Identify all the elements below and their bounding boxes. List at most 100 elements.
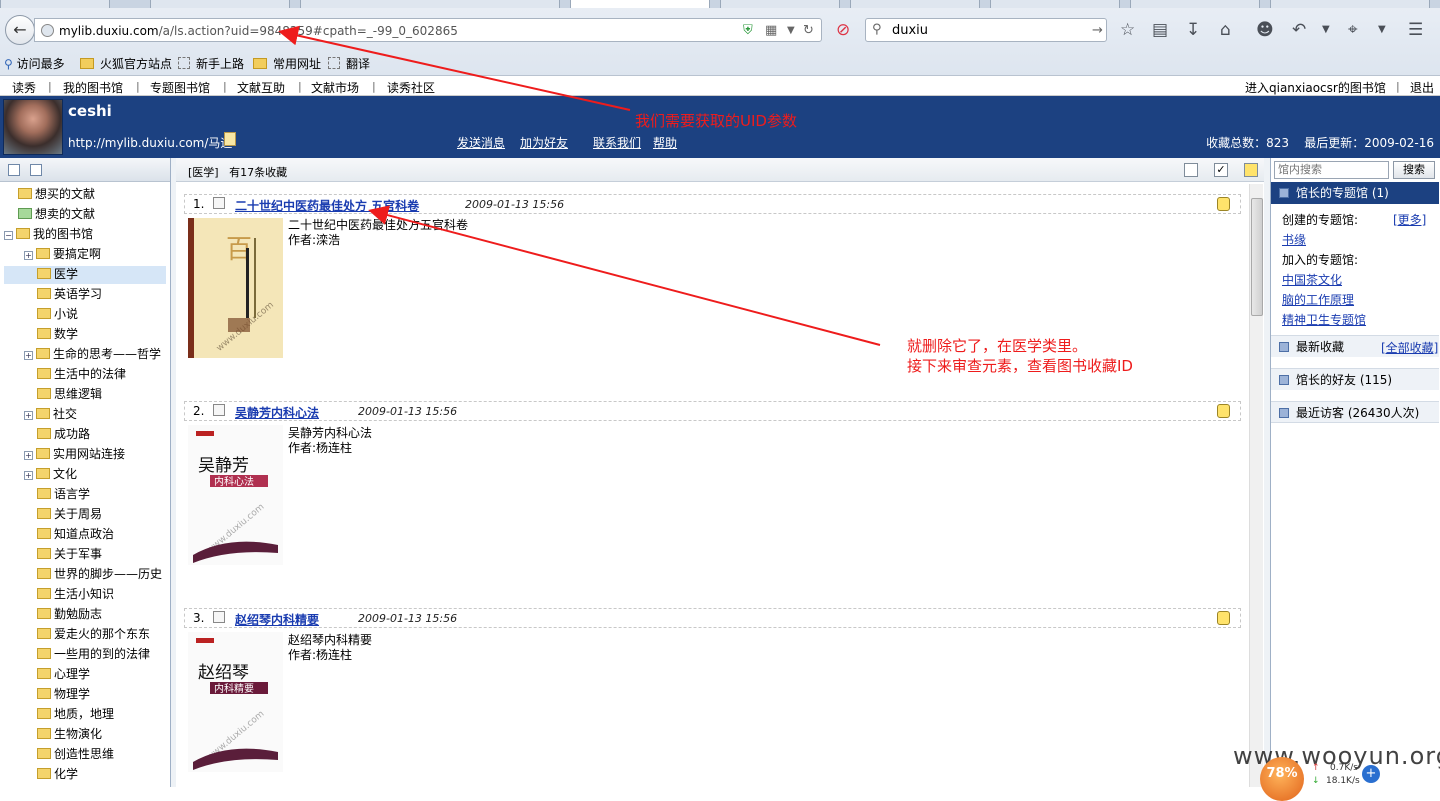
nav-my-library[interactable]: 我的图书馆 [63,79,123,96]
tree-item[interactable]: + 要搞定啊 [24,244,101,264]
tree-item[interactable]: 关于军事 [37,544,102,564]
tab[interactable] [0,0,110,8]
undo-icon[interactable]: ↶ [1292,20,1306,40]
tree-item[interactable]: 创造性思维 [37,744,114,764]
chat-icon[interactable]: ☻ [1256,20,1274,40]
created-topic-link[interactable]: 书缘 [1282,231,1306,248]
item-checkbox[interactable] [213,197,225,209]
tree-item[interactable]: 一些用的到的法律 [37,644,150,664]
topic-library-header[interactable]: 馆长的专题馆 (1) [1271,182,1439,204]
item-title-link[interactable]: 吴静芳内科心法 [235,404,319,421]
crop-icon[interactable]: ⌖ [1348,20,1358,40]
tree-item[interactable]: + 文化 [24,464,77,484]
expand-icon[interactable]: + [24,471,33,480]
tree-item[interactable]: 知道点政治 [37,524,114,544]
scrollbar-thumb[interactable] [1251,198,1263,316]
crop-menu-icon[interactable]: ▼ [1378,24,1386,35]
bookmark-star-icon[interactable]: ☆ [1120,20,1135,40]
tab-strip[interactable] [0,0,1440,8]
tree-item[interactable]: 关于周易 [37,504,102,524]
add-icon[interactable]: + [1362,765,1380,783]
tree-item[interactable]: 物理学 [37,684,90,704]
tree-item-selected[interactable]: 医学 [37,264,78,284]
search-input[interactable]: duxiu [892,23,928,38]
tree-item[interactable]: 世界的脚步——历史 [37,564,162,584]
tree-item[interactable]: + 社交 [24,404,77,424]
check-icon[interactable]: ✓ [1214,163,1228,177]
help-link[interactable]: 帮助 [653,134,677,151]
tab-active[interactable] [570,0,710,8]
tree-item[interactable]: 数学 [37,324,78,344]
enter-library-link[interactable]: 进入qianxiaocsr的图书馆 [1245,79,1386,96]
bookmark-translate[interactable]: 翻译 [328,55,370,72]
tree-item[interactable]: + 生命的思考——哲学 [24,344,161,364]
url-text[interactable]: mylib.duxiu.com/a/ls.action?uid=9848259#… [59,24,458,38]
send-message-link[interactable]: 发送消息 [457,134,505,151]
joined-topic-link[interactable]: 精神卫生专题馆 [1282,311,1366,328]
window-view-icon[interactable] [1184,163,1198,177]
tree-item[interactable]: 生物演化 [37,724,102,744]
search-go-icon[interactable]: → [1092,23,1103,38]
logout-link[interactable]: 退出 [1410,79,1434,96]
all-favorites-link[interactable]: [全部收藏] [1381,339,1438,356]
tab[interactable] [150,0,290,8]
tree-item[interactable]: + 实用网站连接 [24,444,125,464]
bulb-icon[interactable] [1217,197,1230,211]
tab[interactable] [990,0,1120,8]
add-friend-link[interactable]: 加为好友 [520,134,568,151]
tree-item[interactable]: 想买的文献 [18,184,95,204]
url-bar[interactable]: mylib.duxiu.com/a/ls.action?uid=9848259#… [34,18,822,42]
copy-icon[interactable] [224,132,236,146]
more-link[interactable]: [更多] [1393,211,1426,228]
bookmark-most-visited[interactable]: ⚲ 访问最多 [4,55,65,72]
tree-item[interactable]: 地质，地理 [37,704,114,724]
joined-topic-link[interactable]: 中国茶文化 [1282,271,1342,288]
tree-item[interactable]: 想卖的文献 [18,204,95,224]
bookmark-firefox-site[interactable]: 火狐官方站点 [80,55,172,72]
contact-us-link[interactable]: 联系我们 [593,134,641,151]
friends-header[interactable]: 馆长的好友 (115) [1271,368,1439,390]
expand-icon[interactable]: + [24,451,33,460]
tree-item[interactable]: 心理学 [37,664,90,684]
tree-item[interactable]: 思维逻辑 [37,384,102,404]
tree-view-icon[interactable] [8,164,20,176]
joined-topic-link[interactable]: 脑的工作原理 [1282,291,1354,308]
library-search-button[interactable]: 搜索 [1393,161,1435,179]
list-scrollbar[interactable] [1249,184,1263,787]
collapse-icon[interactable]: − [4,231,13,240]
bulb-icon[interactable] [1217,611,1230,625]
item-title-link[interactable]: 二十世纪中医药最佳处方 五官科卷 [235,197,419,214]
tree-item[interactable]: 英语学习 [37,284,102,304]
tree-item[interactable]: 化学 [37,764,78,784]
expand-icon[interactable]: + [24,251,33,260]
tree-item[interactable]: 勤勉励志 [37,604,102,624]
expand-icon[interactable]: + [24,411,33,420]
back-button[interactable]: ← [5,15,35,45]
search-box[interactable]: ⚲ duxiu → [865,18,1107,42]
home-icon[interactable]: ⌂ [1220,20,1231,40]
menu-icon[interactable]: ☰ [1408,20,1423,40]
item-checkbox[interactable] [213,404,225,416]
tree-item[interactable]: 小说 [37,304,78,324]
list-view-icon[interactable] [30,164,42,176]
tree-item[interactable]: 语言学 [37,484,90,504]
tab[interactable] [1130,0,1260,8]
tab[interactable] [1270,0,1430,8]
nav-community[interactable]: 读秀社区 [387,79,435,96]
memory-meter[interactable]: 78% [1260,757,1304,801]
nav-duxiu[interactable]: 读秀 [12,79,36,96]
item-title-link[interactable]: 赵绍琴内科精要 [235,611,319,628]
shield-icon[interactable]: ⛨ [743,23,753,38]
bulb-icon[interactable] [1244,163,1258,177]
nav-doc-market[interactable]: 文献市场 [311,79,359,96]
book-cover[interactable]: 百 www.duxiu.com [188,218,283,358]
undo-menu-icon[interactable]: ▼ [1322,24,1330,35]
block-icon[interactable]: ⊘ [836,20,850,40]
reload-icon[interactable]: ↻ [803,23,814,38]
qr-code-icon[interactable]: ▦ [765,23,777,38]
tab[interactable] [720,0,840,8]
book-cover[interactable]: 吴静芳 内科心法 www.duxiu.com [188,425,283,565]
bulb-icon[interactable] [1217,404,1230,418]
tab[interactable] [300,0,560,8]
reading-list-icon[interactable]: ▤ [1152,20,1168,40]
